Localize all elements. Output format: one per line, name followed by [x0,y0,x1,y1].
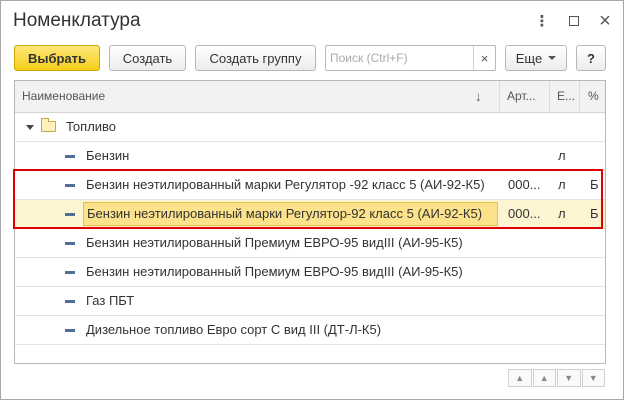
column-header-article[interactable]: Арт... [500,81,550,112]
item-article [508,142,548,170]
scroll-up-icon[interactable]: ▲ [532,369,556,387]
search-box: × [325,45,496,71]
item-unit: л [558,177,566,192]
list-header: Наименование ↓ Арт... Е... % [15,81,605,113]
clear-search-icon[interactable]: × [473,46,495,70]
item-article [508,229,548,257]
item-icon [65,271,75,274]
create-button[interactable]: Создать [109,45,186,71]
toolbar: Выбрать Создать Создать группу × Еще ? [1,45,623,71]
item-icon [65,213,75,216]
item-unit [558,229,576,257]
item-article: 000... [508,206,541,221]
nomenclature-window: Номенклатура ⋮ × Выбрать Создать Создать… [0,0,624,400]
folder-row[interactable]: Топливо [15,113,605,142]
item-vat [590,142,602,170]
item-name: Бензин неэтилированный марки Регулятор-9… [83,202,498,226]
title-bar: Номенклатура ⋮ × [1,1,623,41]
item-unit [558,316,576,344]
item-vat [590,287,602,315]
column-header-vat[interactable]: % [580,81,605,112]
item-icon [65,300,75,303]
list-navigation: ▲ ▲ ▼ ▼ [508,369,606,387]
help-button[interactable]: ? [576,45,606,71]
scroll-to-bottom-icon[interactable]: ▼ [581,369,605,387]
table-row[interactable]: Дизельное топливо Евро сорт С вид III (Д… [15,316,605,345]
item-unit [558,287,576,315]
close-icon[interactable]: × [595,11,615,31]
window-title: Номенклатура [13,10,141,31]
table-row[interactable]: Бензин л [15,142,605,171]
maximize-icon[interactable] [564,11,584,31]
scroll-to-top-icon[interactable]: ▲ [508,369,532,387]
more-actions-icon[interactable]: ⋮ [532,11,552,31]
table-row[interactable]: Бензин неэтилированный Премиум ЕВРО-95 в… [15,258,605,287]
column-header-unit[interactable]: Е... [550,81,580,112]
item-name: Бензин неэтилированный Премиум ЕВРО-95 в… [86,264,463,279]
select-button[interactable]: Выбрать [14,45,100,71]
folder-icon [41,118,56,132]
more-button-label: Еще [515,50,543,66]
item-unit: л [558,206,566,221]
item-article: 000... [508,177,541,192]
item-icon [65,242,75,245]
item-name: Бензин [86,148,130,163]
item-icon [65,184,75,187]
column-header-name[interactable]: Наименование [15,81,500,112]
item-vat: Б [590,206,599,221]
item-name: Газ ПБТ [86,293,135,308]
sort-descending-icon[interactable]: ↓ [475,81,482,112]
item-icon [65,329,75,332]
item-article [508,287,548,315]
table-row[interactable]: Бензин неэтилированный марки Регулятор -… [15,171,605,200]
item-name: Бензин неэтилированный Премиум ЕВРО-95 в… [86,235,463,250]
folder-name: Топливо [66,119,117,134]
collapse-arrow-icon[interactable] [26,125,34,130]
item-name: Дизельное топливо Евро сорт С вид III (Д… [86,322,382,337]
table-row-selected[interactable]: Бензин неэтилированный марки Регулятор-9… [15,200,605,229]
item-vat [590,258,602,286]
column-header-name-label: Наименование [22,89,106,103]
item-vat [590,229,602,257]
search-input[interactable] [330,49,470,67]
item-article [508,316,548,344]
create-group-button[interactable]: Создать группу [195,45,316,71]
scroll-down-icon[interactable]: ▼ [557,369,581,387]
chevron-down-icon [548,56,557,60]
item-vat [590,316,602,344]
more-button[interactable]: Еще [505,45,567,71]
item-unit [558,258,576,286]
table-row[interactable]: Газ ПБТ [15,287,605,316]
item-icon [65,155,75,158]
item-article [508,258,548,286]
item-unit: л [558,148,566,163]
table-row[interactable]: Бензин неэтилированный Премиум ЕВРО-95 в… [15,229,605,258]
item-vat: Б [590,177,599,192]
item-name: Бензин неэтилированный марки Регулятор -… [86,177,485,192]
nomenclature-list: Наименование ↓ Арт... Е... % Топливо Бен… [14,80,606,364]
